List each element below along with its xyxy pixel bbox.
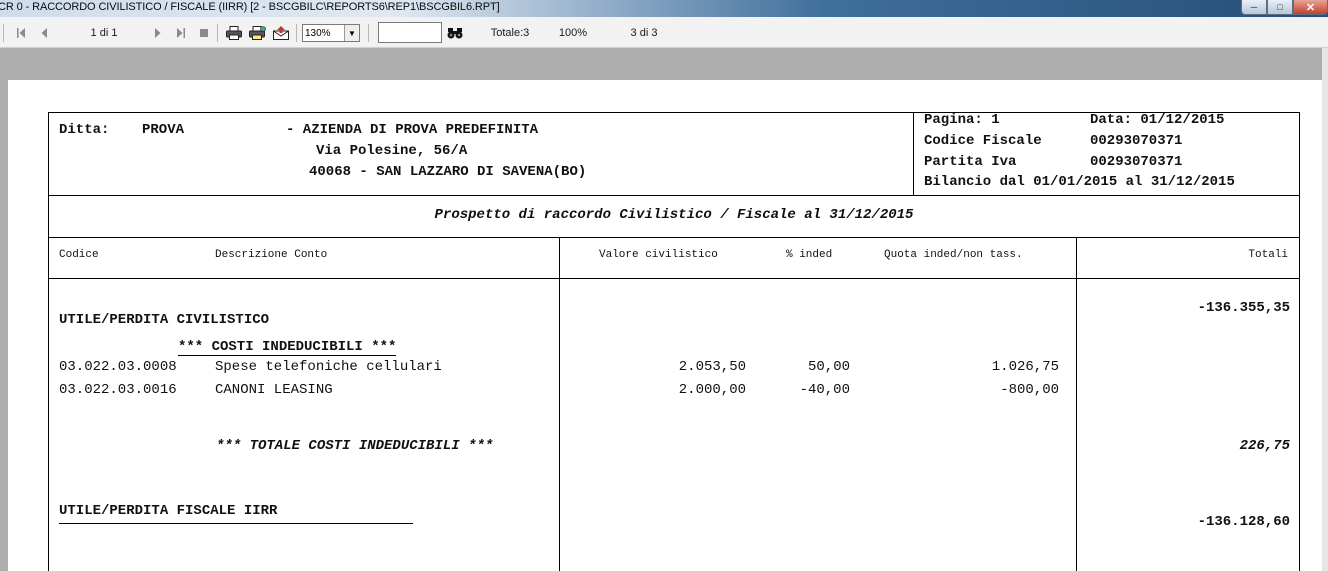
- address-line1: Via Polesine, 56/A: [316, 143, 468, 159]
- row-perc: -40,00: [799, 382, 850, 398]
- row-codice: 03.022.03.0008: [59, 359, 177, 375]
- data: Data: 01/12/2015: [1090, 112, 1225, 128]
- page-indicator: 1 di 1: [90, 26, 118, 39]
- pagina: Pagina: 1: [924, 112, 1000, 128]
- row-descrizione: Spese telefoniche cellulari: [215, 359, 442, 375]
- minimize-icon: ─: [1250, 2, 1258, 12]
- ditta-label: Ditta:: [59, 122, 110, 138]
- print-button[interactable]: [224, 17, 244, 48]
- row-codice: 03.022.03.0016: [59, 382, 177, 398]
- row-perc: 50,00: [807, 359, 850, 375]
- title-bar: CR 0 - RACCORDO CIVILISTICO / FISCALE (I…: [0, 0, 1328, 17]
- binoculars-icon: [447, 27, 463, 38]
- report-page: Ditta: PROVA - AZIENDA DI PROVA PREDEFIN…: [8, 80, 1322, 571]
- column-header-quota: Quota inded/non tass.: [884, 249, 1023, 261]
- column-header-descrizione: Descrizione Conto: [215, 249, 328, 261]
- zoom-value: 130%: [305, 27, 331, 39]
- column-header-valore: Valore civilistico: [599, 249, 718, 261]
- row-descrizione: CANONI LEASING: [215, 382, 333, 398]
- chevron-down-icon[interactable]: ▼: [344, 25, 359, 41]
- partita-iva-label: Partita Iva: [924, 154, 1017, 170]
- underline: [59, 523, 413, 524]
- address-line2: 40068 - SAN LAZZARO DI SAVENA(BO): [309, 164, 587, 180]
- frame-line: [559, 237, 560, 571]
- stop-button[interactable]: [197, 17, 211, 48]
- frame-line: [1076, 237, 1077, 571]
- frame-line: [48, 112, 49, 571]
- column-header-codice: Codice: [59, 249, 99, 261]
- last-page-button[interactable]: [173, 17, 187, 48]
- toolbar-separator: [296, 24, 297, 42]
- frame-line: [48, 237, 1300, 238]
- window-title: CR 0 - RACCORDO CIVILISTICO / FISCALE (I…: [0, 1, 500, 13]
- count-label: 3 di 3: [630, 26, 658, 39]
- next-page-button[interactable]: [150, 17, 164, 48]
- totale-label: *** TOTALE COSTI INDEDUCIBILI ***: [216, 438, 494, 454]
- percent-label: 100%: [558, 26, 588, 39]
- first-page-icon: [16, 27, 25, 38]
- bilancio-period: Bilancio dal 01/01/2015 al 31/12/2015: [924, 174, 1235, 190]
- frame-line: [1299, 112, 1300, 571]
- codice-fiscale-value: 00293070371: [1090, 133, 1183, 149]
- print-setup-button[interactable]: [247, 17, 267, 48]
- export-button[interactable]: [271, 17, 291, 48]
- utile-fiscale-label: UTILE/PERDITA FISCALE IIRR: [59, 503, 278, 519]
- toolbar: 1 di 1 130% ▼ Totale:3 100% 3 di 3: [0, 17, 1328, 48]
- utile-civilistico-total: -136.355,35: [1197, 300, 1290, 316]
- next-page-icon: [154, 27, 160, 38]
- codice-fiscale-label: Codice Fiscale: [924, 133, 1042, 149]
- printer-icon: [226, 25, 242, 40]
- utile-civilistico-label: UTILE/PERDITA CIVILISTICO: [59, 312, 270, 328]
- first-page-button[interactable]: [14, 17, 28, 48]
- column-header-perc: % inded: [786, 249, 833, 261]
- maximize-icon: □: [1277, 2, 1283, 12]
- company-name: - AZIENDA DI PROVA PREDEFINITA: [286, 122, 539, 138]
- row-quota: -800,00: [1000, 382, 1059, 398]
- stop-icon: [200, 28, 208, 37]
- section-title: *** COSTI INDEDUCIBILI ***: [178, 339, 397, 356]
- column-header-totali: Totali: [1248, 249, 1288, 261]
- export-icon: [273, 25, 289, 40]
- toolbar-separator: [3, 24, 4, 42]
- find-button[interactable]: [445, 17, 465, 48]
- previous-page-icon: [41, 27, 47, 38]
- frame-line: [913, 112, 914, 195]
- last-page-icon: [176, 27, 185, 38]
- zoom-select[interactable]: 130% ▼: [302, 24, 360, 42]
- row-quota: 1.026,75: [991, 359, 1059, 375]
- row-valore: 2.053,50: [678, 359, 746, 375]
- scrollbar[interactable]: [1322, 48, 1328, 571]
- printer-setup-icon: [248, 25, 266, 40]
- toolbar-separator: [217, 24, 218, 42]
- search-input[interactable]: [378, 22, 442, 43]
- previous-page-button[interactable]: [37, 17, 51, 48]
- close-button[interactable]: ✕: [1293, 0, 1328, 15]
- ditta-code: PROVA: [142, 122, 185, 138]
- utile-fiscale-total: -136.128,60: [1197, 514, 1290, 530]
- row-valore: 2.000,00: [678, 382, 746, 398]
- maximize-button[interactable]: □: [1267, 0, 1293, 15]
- close-icon: ✕: [1305, 1, 1316, 14]
- frame-line: [48, 195, 1300, 196]
- totale-value: 226,75: [1239, 438, 1290, 454]
- partita-iva-value: 00293070371: [1090, 154, 1183, 170]
- minimize-button[interactable]: ─: [1241, 0, 1267, 15]
- total-label: Totale:3: [490, 26, 530, 39]
- frame-line: [48, 278, 1300, 279]
- report-title: Prospetto di raccordo Civilistico / Fisc…: [434, 207, 914, 223]
- toolbar-separator: [368, 24, 369, 42]
